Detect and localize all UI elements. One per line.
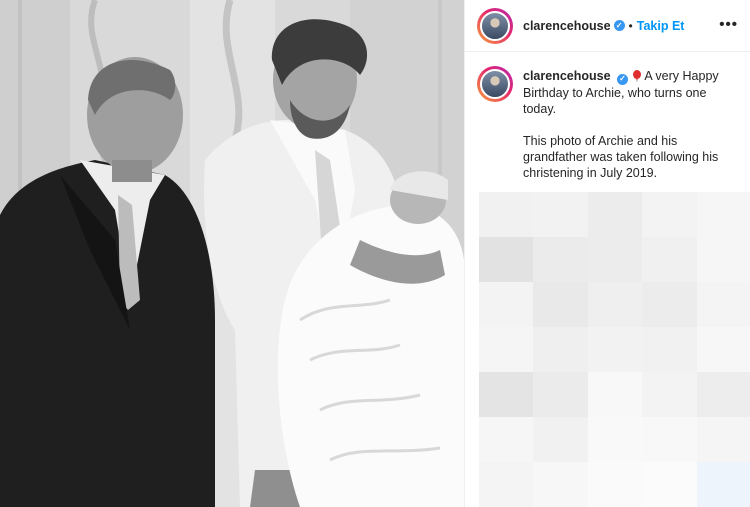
photo-illustration xyxy=(0,0,464,507)
balloon-emoji-icon xyxy=(632,70,641,82)
blur-tile xyxy=(587,327,643,372)
blur-tile xyxy=(479,237,534,282)
blur-tile xyxy=(696,417,750,462)
post-caption: clarencehouse ✓ A very Happy Birthday to… xyxy=(465,52,750,181)
blur-tile xyxy=(533,237,588,282)
blur-tile xyxy=(479,372,534,417)
blur-tile xyxy=(479,192,534,237)
blur-tile xyxy=(533,462,588,507)
blur-tile xyxy=(587,462,643,507)
blur-tile xyxy=(696,192,750,237)
blur-tile xyxy=(479,327,534,372)
blur-tile xyxy=(479,462,534,507)
blur-tile xyxy=(642,237,697,282)
blur-tile xyxy=(587,417,643,462)
blur-tile xyxy=(479,282,534,327)
blur-tile xyxy=(696,462,750,507)
caption-line-2: This photo of Archie and his grandfather… xyxy=(523,133,719,180)
blur-tile xyxy=(479,417,534,462)
blur-tile xyxy=(642,282,697,327)
post-header: clarencehouse ✓ • Takip Et ••• xyxy=(465,0,750,52)
profile-avatar-ring[interactable] xyxy=(477,7,513,44)
blur-tile xyxy=(642,327,697,372)
caption-text: clarencehouse ✓ A very Happy Birthday to… xyxy=(523,68,733,181)
more-options-icon[interactable]: ••• xyxy=(719,16,738,33)
caption-avatar-ring[interactable] xyxy=(477,66,513,102)
blur-tile xyxy=(587,282,643,327)
avatar[interactable] xyxy=(480,10,510,41)
blur-tile xyxy=(642,192,697,237)
separator-dot: • xyxy=(628,18,633,33)
caption-verified-icon: ✓ xyxy=(617,73,629,85)
caption-avatar[interactable] xyxy=(480,69,510,99)
blur-tile xyxy=(642,372,697,417)
blur-tile xyxy=(696,372,750,417)
blur-tile xyxy=(587,372,643,417)
follow-button[interactable]: Takip Et xyxy=(637,19,685,33)
blur-tile xyxy=(587,192,643,237)
blur-tile xyxy=(587,237,643,282)
blur-tile xyxy=(533,192,588,237)
blur-tile xyxy=(642,462,697,507)
blur-tile xyxy=(533,417,588,462)
blur-tile xyxy=(696,327,750,372)
blur-tile xyxy=(696,282,750,327)
username-link[interactable]: clarencehouse xyxy=(523,19,611,33)
blur-tile xyxy=(696,237,750,282)
caption-username-link[interactable]: clarencehouse xyxy=(523,69,611,83)
verified-icon: ✓ xyxy=(613,20,625,31)
blur-tile xyxy=(533,372,588,417)
post-panel: clarencehouse ✓ • Takip Et ••• clarenceh… xyxy=(464,0,750,507)
blur-tile xyxy=(533,282,588,327)
blur-tile xyxy=(533,327,588,372)
blurred-comments-area xyxy=(479,192,750,507)
post-photo[interactable] xyxy=(0,0,464,507)
blur-tile xyxy=(642,417,697,462)
